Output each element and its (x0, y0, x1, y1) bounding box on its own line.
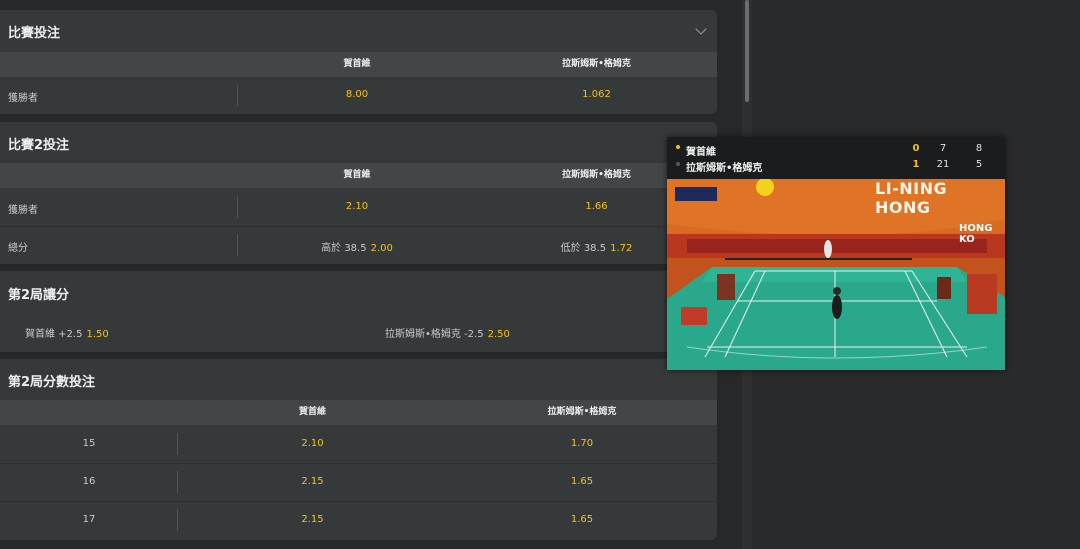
points-label: 17 (82, 514, 96, 525)
current-score: 1 (912, 159, 920, 170)
odds-button[interactable]: 1.65 (447, 476, 717, 487)
betting-markets-panel: 比賽投注 賀首維 拉斯姆斯•格姆克 獲勝者 8.00 1.062 比賽2投注 賀… (0, 0, 742, 549)
odds-button[interactable]: 1.70 (447, 438, 717, 449)
handicap-option-1[interactable]: 賀首維 +2.5 1.50 (25, 325, 109, 340)
game-score: 8 (975, 143, 983, 154)
line-label: 拉斯姆斯•格姆克 -2.5 (385, 329, 484, 340)
scrollbar-thumb[interactable] (745, 0, 749, 102)
market-row-total: 總分 高於 38.5 2.00 低於 38.5 1.72 (0, 227, 717, 264)
table-row: 16 2.15 1.65 (0, 464, 717, 501)
handicap-option-2[interactable]: 拉斯姆斯•格姆克 -2.5 2.50 (385, 325, 510, 340)
column-header-player1: 賀首維 (343, 170, 371, 180)
line-label: 高於 38.5 (321, 243, 367, 254)
game-score: 5 (975, 159, 983, 170)
odds-button[interactable]: 1.062 (476, 89, 717, 100)
odds-button[interactable]: 2.15 (178, 514, 447, 525)
table-row: 17 2.15 1.65 (0, 502, 717, 540)
player-name: 賀首維 (686, 147, 716, 158)
market-card-match: 比賽投注 賀首維 拉斯姆斯•格姆克 獲勝者 8.00 1.062 (0, 10, 717, 114)
odds-button[interactable]: 8.00 (238, 89, 476, 100)
odds-button[interactable]: 2.10 (238, 201, 476, 212)
market-title: 比賽投注 (8, 26, 61, 41)
column-header-player2: 拉斯姆斯•格姆克 (547, 407, 617, 417)
column-header-player1: 賀首維 (343, 59, 371, 69)
over-option[interactable]: 高於 38.5 2.00 (238, 239, 476, 254)
market-header: 賀首維 拉斯姆斯•格姆克 (0, 163, 717, 188)
row-label: 獲勝者 (8, 93, 38, 104)
market-row-winner: 獲勝者 2.10 1.66 (0, 188, 717, 226)
sponsor-banner-secondary: HONG KO (959, 223, 993, 245)
line-label: 賀首維 +2.5 (25, 329, 83, 340)
points-label: 15 (82, 438, 96, 449)
odds-button[interactable]: 2.15 (178, 476, 447, 487)
market-row-winner: 獲勝者 8.00 1.062 (0, 77, 717, 114)
odds-button[interactable]: 2.10 (178, 438, 447, 449)
column-header-player1: 賀首維 (298, 407, 326, 417)
market-card-match2: 比賽2投注 賀首維 拉斯姆斯•格姆克 獲勝者 2.10 1.66 總分 高於 3… (0, 122, 717, 264)
market-header: 賀首維 拉斯姆斯•格姆克 (0, 52, 717, 77)
game-score: 21 (936, 159, 950, 170)
current-score: 0 (912, 143, 920, 154)
market-title: 第2局讓分 (8, 288, 70, 303)
odds-value: 1.50 (86, 329, 109, 340)
live-stream-widget[interactable]: 賀首維 0 7 8 拉斯姆斯•格姆克 1 21 5 LI-NING HONG H… (667, 137, 1005, 370)
market-card-handicap: 第2局讓分 賀首維 +2.5 1.50 拉斯姆斯•格姆克 -2.5 2.50 (0, 271, 717, 352)
market-card-game-points: 第2局分數投注 賀首維 拉斯姆斯•格姆克 15 2.10 1.70 16 2.1… (0, 359, 717, 540)
points-label: 16 (82, 476, 96, 487)
row-label: 總分 (8, 243, 28, 254)
row-label: 獲勝者 (8, 205, 38, 216)
serve-indicator (676, 162, 680, 166)
column-header-player2: 拉斯姆斯•格姆克 (562, 59, 631, 69)
odds-button[interactable]: 1.65 (447, 514, 717, 525)
market-title: 比賽2投注 (8, 138, 70, 153)
odds-value: 2.50 (487, 329, 510, 340)
sponsor-banner: LI-NING HONG (875, 179, 948, 217)
line-label: 低於 38.5 (560, 243, 607, 254)
game-score: 7 (939, 143, 947, 154)
table-row: 15 2.10 1.70 (0, 425, 717, 463)
chevron-down-icon[interactable] (695, 23, 707, 35)
player-name: 拉斯姆斯•格姆克 (686, 163, 763, 174)
market-title: 第2局分數投注 (8, 375, 96, 390)
odds-value: 2.00 (370, 243, 393, 254)
odds-value: 1.72 (610, 243, 633, 254)
market-header: 賀首維 拉斯姆斯•格姆克 (0, 400, 717, 425)
serve-indicator (676, 145, 680, 149)
